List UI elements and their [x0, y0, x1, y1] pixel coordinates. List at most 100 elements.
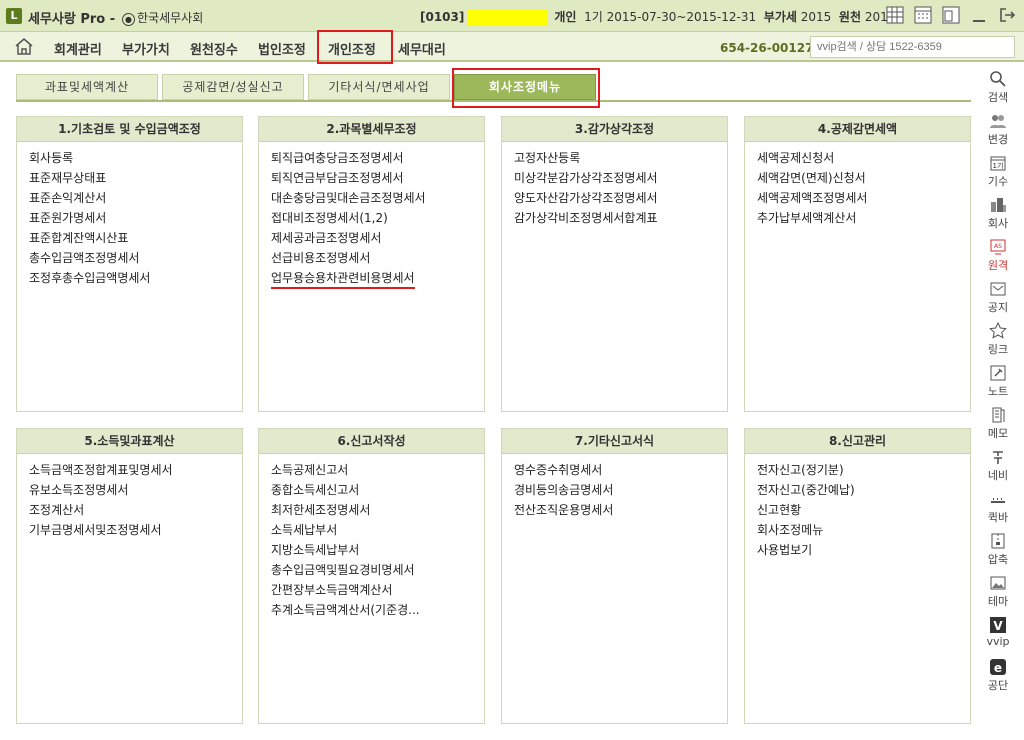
- logout-icon[interactable]: [998, 6, 1016, 24]
- sidebar-label: 검색: [987, 91, 1009, 104]
- tab-deduction[interactable]: 공제감면/성실신고: [162, 74, 304, 100]
- vvip-search-input[interactable]: [810, 36, 1015, 58]
- list-item[interactable]: 총수입금액조정명세서: [29, 248, 242, 268]
- list-item[interactable]: 지방소득세납부서: [271, 540, 484, 560]
- list-item[interactable]: 세액공제액조정명세서: [757, 188, 970, 208]
- menu-vat[interactable]: 부가가치: [122, 39, 170, 58]
- title-bar: L 세무사랑 Pro - ● 한국세무사회 [0103] 개인 1기 2015-07…: [0, 0, 1024, 32]
- sidebar-remote[interactable]: AS 원격: [978, 238, 1018, 278]
- list-item[interactable]: 전자신고(정기분): [757, 460, 970, 480]
- building-icon: [991, 198, 1006, 212]
- list-item[interactable]: 감가상각비조정명세서합계표: [514, 208, 727, 228]
- panel-title: 1.기초검토 및 수입금액조정: [17, 117, 242, 142]
- sidebar-search[interactable]: 검색: [978, 70, 1018, 110]
- list-item[interactable]: 표준합계잔액시산표: [29, 228, 242, 248]
- panel-depreciation: 3.감가상각조정 고정자산등록 미상각분감가상각조정명세서 양도자산감가상각조정…: [501, 116, 728, 412]
- memo-icon: [992, 407, 1005, 423]
- sidebar-note[interactable]: 노트: [978, 364, 1018, 404]
- list-item[interactable]: 회사조정메뉴: [757, 520, 970, 540]
- list-item[interactable]: 전자신고(중간예납): [757, 480, 970, 500]
- list-item[interactable]: 조정계산서: [29, 500, 242, 520]
- app-title: 세무사랑 Pro -: [28, 12, 116, 27]
- list-item-business-car[interactable]: 업무용승용차관련비용명세서: [271, 268, 484, 289]
- list-item[interactable]: 표준손익계산서: [29, 188, 242, 208]
- list-item[interactable]: 미상각분감가상각조정명세서: [514, 168, 727, 188]
- svg-text:V: V: [993, 619, 1003, 633]
- navi-icon: [993, 451, 1003, 464]
- annotation-box-personal-menu: [317, 30, 393, 64]
- list-item[interactable]: 경비등의송금명세서: [514, 480, 727, 500]
- sidebar-zip[interactable]: 압축: [978, 532, 1018, 572]
- list-item[interactable]: 대손충당금및대손금조정명세서: [271, 188, 484, 208]
- minimize-icon[interactable]: [970, 6, 988, 24]
- sidebar-link[interactable]: 링크: [978, 322, 1018, 362]
- list-item[interactable]: 표준재무상태표: [29, 168, 242, 188]
- company-name-highlight: [468, 9, 549, 26]
- sidebar-company[interactable]: 회사: [978, 196, 1018, 236]
- svg-text:AS: AS: [994, 243, 1002, 250]
- list-item[interactable]: 양도자산감가상각조정명세서: [514, 188, 727, 208]
- sidebar-memo[interactable]: 메모: [978, 406, 1018, 446]
- list-item[interactable]: 표준원가명세서: [29, 208, 242, 228]
- list-item[interactable]: 제세공과금조정명세서: [271, 228, 484, 248]
- panel-income-calc: 5.소득및과표계산 소득금액조정합계표및명세서 유보소득조정명세서 조정계산서 …: [16, 428, 243, 724]
- sidebar-quickbar[interactable]: 퀵바: [978, 490, 1018, 530]
- sidebar-agency[interactable]: e 공단: [978, 658, 1018, 698]
- vat-year: 2015: [800, 10, 832, 24]
- tab-tax-calc[interactable]: 과표및세액계산: [16, 74, 158, 100]
- menu-corporate-adjustment[interactable]: 법인조정: [258, 39, 306, 58]
- remote-icon: AS: [990, 239, 1006, 255]
- list-item[interactable]: 퇴직급여충당금조정명세서: [271, 148, 484, 168]
- list-item[interactable]: 영수증수취명세서: [514, 460, 727, 480]
- quickbar-icon: [991, 498, 1005, 503]
- sidebar-label: 공지: [987, 301, 1009, 314]
- vat-label: 부가세: [763, 10, 797, 24]
- menu-accounting[interactable]: 회계관리: [54, 39, 102, 58]
- main-menu-bar: 회계관리 부가가치 원천징수 법인조정 개인조정 세무대리 654-26-001…: [0, 32, 1024, 62]
- users-icon: [990, 115, 1006, 128]
- panel-title: 8.신고관리: [745, 429, 970, 454]
- list-item[interactable]: 추계소득금액계산서(기준경...: [271, 600, 484, 620]
- sidebar-change[interactable]: 변경: [978, 112, 1018, 152]
- list-item[interactable]: 간편장부소득금액계산서: [271, 580, 484, 600]
- calendar-grid-icon[interactable]: [914, 6, 932, 24]
- list-item[interactable]: 회사등록: [29, 148, 242, 168]
- list-item[interactable]: 선급비용조정명세서: [271, 248, 484, 268]
- menu-withholding[interactable]: 원천징수: [190, 39, 238, 58]
- menu-tax-agent[interactable]: 세무대리: [398, 39, 446, 58]
- list-item[interactable]: 소득공제신고서: [271, 460, 484, 480]
- list-item[interactable]: 조정후총수입금액명세서: [29, 268, 242, 288]
- list-item[interactable]: 최저한세조정명세서: [271, 500, 484, 520]
- sidebar-period[interactable]: 1기 기수: [978, 154, 1018, 194]
- list-item[interactable]: 사용법보기: [757, 540, 970, 560]
- business-number: 654-26-00127: [720, 41, 814, 55]
- list-item[interactable]: 세액공제신청서: [757, 148, 970, 168]
- list-item[interactable]: 전산조직운용명세서: [514, 500, 727, 520]
- list-item[interactable]: 기부금명세서및조정명세서: [29, 520, 242, 540]
- window-icon[interactable]: [942, 6, 960, 24]
- sidebar-notice[interactable]: 공지: [978, 280, 1018, 320]
- list-item[interactable]: 소득금액조정합계표및명세서: [29, 460, 242, 480]
- home-icon[interactable]: [14, 36, 34, 56]
- list-item[interactable]: 소득세납부서: [271, 520, 484, 540]
- list-item[interactable]: 유보소득조정명세서: [29, 480, 242, 500]
- sidebar-label: 네비: [987, 469, 1009, 482]
- sidebar-theme[interactable]: 테마: [978, 574, 1018, 614]
- list-item[interactable]: 종합소득세신고서: [271, 480, 484, 500]
- vvip-icon: V: [990, 617, 1006, 633]
- list-item[interactable]: 퇴직연금부담금조정명세서: [271, 168, 484, 188]
- sidebar-vvip[interactable]: V vvip: [978, 616, 1018, 656]
- sidebar-navi[interactable]: 네비: [978, 448, 1018, 488]
- business-car-label[interactable]: 업무용승용차관련비용명세서: [271, 269, 415, 289]
- tab-other-forms[interactable]: 기타서식/면세사업: [308, 74, 450, 100]
- list-item[interactable]: 신고현황: [757, 500, 970, 520]
- sidebar-label: 링크: [987, 343, 1009, 356]
- list-item[interactable]: 총수입금액및필요경비명세서: [271, 560, 484, 580]
- sidebar-label: 변경: [987, 133, 1009, 146]
- list-item[interactable]: 세액감면(면제)신청서: [757, 168, 970, 188]
- list-item[interactable]: 추가납부세액계산서: [757, 208, 970, 228]
- company-type: 개인: [554, 10, 577, 24]
- grid-icon[interactable]: [886, 6, 904, 24]
- list-item[interactable]: 접대비조정명세서(1,2): [271, 208, 484, 228]
- list-item[interactable]: 고정자산등록: [514, 148, 727, 168]
